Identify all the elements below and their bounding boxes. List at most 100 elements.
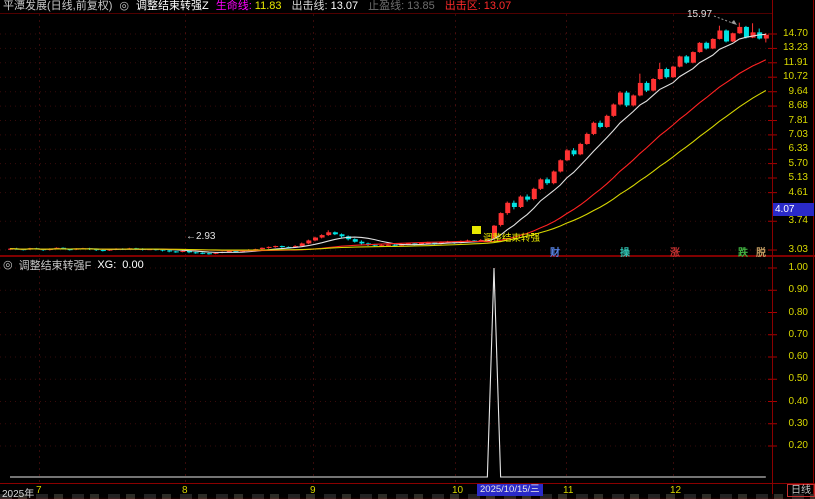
candle [572, 150, 577, 154]
header-fields: 生命线:11.83出击线:13.07止盈线:13.85出击区:13.07 [216, 0, 512, 13]
candle [194, 252, 199, 253]
event-marker-glyph: 脱 [756, 244, 766, 259]
header-field-value: 13.07 [331, 0, 359, 13]
candle [611, 105, 616, 116]
month-label: 9 [310, 485, 316, 496]
price-axis-label: 7.03 [772, 129, 808, 141]
candle [180, 251, 185, 252]
candle [207, 253, 212, 254]
price-axis-label: 5.70 [772, 158, 808, 170]
month-label: 7 [36, 485, 42, 496]
candle [273, 246, 278, 247]
xg-spike-line [10, 268, 766, 477]
header-field-label: 止盈线: [368, 0, 404, 13]
candle [678, 56, 683, 66]
header-field-value: 11.83 [255, 0, 282, 13]
price-axis-label: 13.23 [772, 42, 808, 54]
header-field-value: 13.85 [407, 0, 435, 13]
candle [651, 79, 656, 91]
trading-app-screen: 平潭发展(日线,前复权) ◎ 调整结束转强Z 生命线:11.83出击线:13.0… [0, 0, 815, 499]
candle [545, 179, 550, 183]
candle [698, 43, 703, 52]
price-axis-label: 6.33 [772, 143, 808, 155]
price-axis-label: 3.74 [772, 215, 808, 227]
indicator-axis-label: 0.40 [772, 396, 808, 408]
candle [671, 67, 676, 78]
candle [691, 52, 696, 63]
crosshair-price-tag: 4.07 [773, 203, 814, 216]
candle [658, 69, 663, 79]
event-marker-glyph: 跌 [738, 244, 748, 259]
candle [326, 232, 331, 235]
candle [313, 238, 318, 241]
header-field: 出击线:13.07 [292, 0, 359, 13]
candle [525, 197, 530, 200]
candle [519, 197, 524, 207]
candle [598, 123, 603, 127]
sub-indicator-icon: ◎ [3, 258, 13, 271]
arrow-head-icon [731, 20, 737, 25]
sub-chart-header: ◎ 调整结束转强F XG: 0.00 [3, 258, 144, 271]
indicator-axis-label: 0.50 [772, 373, 808, 385]
low-price-annotation: ←2.93 [186, 231, 215, 242]
candle [605, 116, 610, 127]
candle [565, 150, 570, 160]
period-box[interactable]: 日线 [787, 484, 815, 497]
indicator-axis-label: 0.20 [772, 440, 808, 452]
candle [393, 245, 398, 246]
xg-label: XG: [97, 259, 116, 271]
event-marker-glyph: 涨 [670, 244, 680, 259]
indicator-axis-label: 0.30 [772, 418, 808, 430]
event-marker-glyph: 操 [620, 244, 630, 259]
ma-line-MA-fast [10, 34, 766, 252]
candle [737, 27, 742, 33]
price-axis-label: 4.61 [772, 187, 808, 199]
price-axis-label: 7.81 [772, 115, 808, 127]
candle [578, 144, 583, 154]
header-field-label: 出击区: [445, 0, 481, 13]
candle [174, 251, 179, 252]
price-axis-label: 9.64 [772, 86, 808, 98]
indicator-axis-label: 1.00 [772, 262, 808, 274]
candle [260, 248, 265, 249]
candle [585, 134, 590, 144]
indicator-name: 调整结束转强Z [136, 0, 209, 13]
candle [353, 239, 358, 242]
high-price-annotation: 15.97 [687, 9, 712, 20]
month-label: 11 [563, 485, 573, 496]
price-axis-label: 10.72 [772, 71, 808, 83]
candle [717, 31, 722, 39]
candle [101, 250, 106, 251]
signal-text-annotation: 调整结束转强 [483, 230, 540, 244]
candle [200, 253, 205, 254]
candle [280, 246, 285, 247]
candle [320, 235, 325, 237]
indicator-axis-label: 0.60 [772, 351, 808, 363]
main-chart-header: 平潭发展(日线,前复权) ◎ 调整结束转强Z 生命线:11.83出击线:13.0… [3, 0, 511, 13]
header-field: 止盈线:13.85 [368, 0, 435, 13]
indicator-axis-label: 0.90 [772, 284, 808, 296]
month-label: 8 [182, 485, 188, 496]
indicator-axis-label: 0.70 [772, 329, 808, 341]
xg-value: 0.00 [122, 259, 143, 271]
stock-title: 平潭发展(日线,前复权) [3, 0, 112, 13]
time-axis: 2025年 2025/10/15/三 日线 789101112 [0, 484, 815, 498]
candle [306, 240, 311, 243]
candle [638, 83, 643, 96]
candle [631, 95, 636, 105]
candle [505, 203, 510, 213]
month-label: 10 [452, 485, 463, 496]
candle [267, 247, 272, 248]
candle [333, 232, 338, 234]
candle [552, 172, 557, 184]
header-field-value: 13.07 [484, 0, 512, 13]
candle [532, 189, 537, 199]
chart-canvas[interactable] [0, 0, 815, 499]
candle [300, 243, 305, 246]
candle [386, 245, 391, 246]
candle [731, 33, 736, 41]
candle [625, 93, 630, 106]
candle [684, 56, 689, 62]
indicator-axis-label: 0.80 [772, 307, 808, 319]
event-marker-glyph: 财 [550, 244, 560, 259]
